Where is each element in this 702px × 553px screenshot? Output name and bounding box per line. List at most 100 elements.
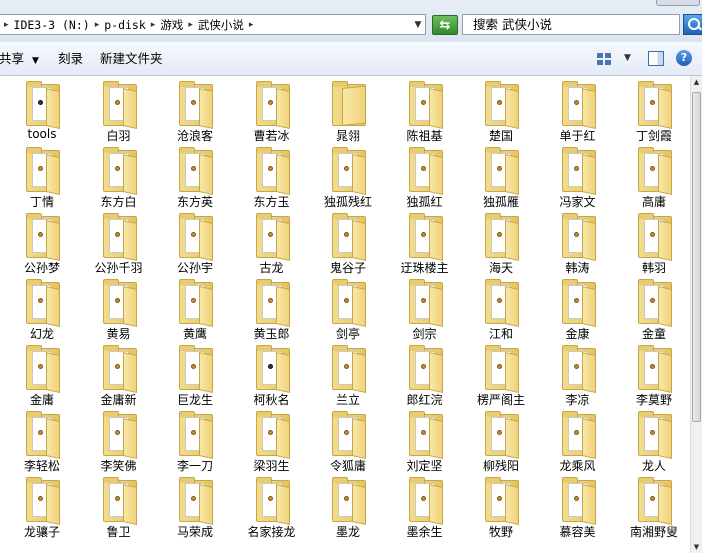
folder-item[interactable]: 东方玉 — [234, 144, 310, 210]
address-history-chevron-down-icon[interactable]: ▼ — [410, 15, 426, 34]
folder-item[interactable]: 柳残阳 — [463, 408, 539, 474]
folder-item[interactable]: 沧浪客 — [157, 78, 233, 144]
folder-item[interactable]: 鲁卫 — [81, 474, 157, 540]
breadcrumb-item[interactable]: 武侠小说 ▸ — [198, 17, 259, 33]
folder-label: 韩羽 — [641, 261, 666, 275]
folder-item[interactable]: tools — [4, 78, 80, 144]
folder-item[interactable]: 郎红浣 — [387, 342, 463, 408]
vertical-scrollbar[interactable]: ▲ ▼ — [690, 76, 702, 553]
scroll-up-arrow-icon[interactable]: ▲ — [691, 76, 702, 88]
folder-item[interactable]: 丁情 — [4, 144, 80, 210]
burn-button[interactable]: 刻录 — [58, 42, 83, 75]
folder-item[interactable]: 柯秋名 — [234, 342, 310, 408]
folder-icon — [561, 213, 596, 261]
folder-item[interactable]: 黄易 — [81, 276, 157, 342]
search-input[interactable]: 搜索 武侠小说 — [462, 14, 680, 35]
folder-item[interactable]: 独孤残红 — [310, 144, 386, 210]
folder-item[interactable]: 海天 — [463, 210, 539, 276]
folder-item[interactable]: 金童 — [616, 276, 690, 342]
breadcrumb-item[interactable]: IDE3-3 (N:) ▸ — [14, 18, 105, 32]
folder-item[interactable]: 李一刀 — [157, 408, 233, 474]
folder-item[interactable]: 马荣成 — [157, 474, 233, 540]
search-icon[interactable] — [683, 14, 702, 35]
folder-icon — [638, 213, 672, 261]
address-bar[interactable]: ▸ IDE3-3 (N:) ▸ p-disk ▸ 游戏 ▸ 武侠小说 ▸ — [0, 14, 426, 35]
breadcrumb-item[interactable]: 游戏 ▸ — [160, 17, 198, 33]
folder-item[interactable]: 公孙宇 — [157, 210, 233, 276]
folder-item[interactable]: 鬼谷子 — [310, 210, 386, 276]
folder-item[interactable]: 白羽 — [81, 78, 157, 144]
breadcrumb-arrow[interactable]: ▸ — [249, 20, 254, 30]
folder-item[interactable]: 兰立 — [310, 342, 386, 408]
folder-item[interactable]: 李笑佛 — [81, 408, 157, 474]
file-list: tools 白羽 沧浪客 曹若冰 晁翎 陈祖基 楚国 单于红 丁剑霞丁情 东方白 东方英 东方玉 独孤残… — [0, 76, 690, 553]
view-options-chevron-down-icon[interactable]: ▼ — [624, 53, 631, 63]
change-view-icon[interactable] — [597, 53, 611, 65]
folder-item[interactable]: 江和 — [463, 276, 539, 342]
breadcrumb-item[interactable]: p-disk ▸ — [104, 18, 160, 32]
folder-item[interactable]: 黄鹰 — [157, 276, 233, 342]
folder-icon — [485, 81, 519, 129]
folder-icon — [485, 279, 519, 327]
folder-item[interactable]: 李轻松 — [4, 408, 80, 474]
folder-item[interactable]: 陈祖基 — [387, 78, 463, 144]
folder-item[interactable]: 牧野 — [463, 474, 539, 540]
breadcrumb-arrow[interactable]: ▸ — [188, 20, 193, 30]
share-button[interactable]: 共享 ▼ — [0, 42, 39, 75]
folder-item[interactable]: 金康 — [540, 276, 616, 342]
help-icon[interactable]: ? — [676, 50, 692, 66]
folder-item[interactable]: 龙人 — [616, 408, 690, 474]
folder-item[interactable]: 龙乘风 — [540, 408, 616, 474]
window-control-button[interactable] — [656, 0, 700, 6]
breadcrumb-arrow[interactable]: ▸ — [151, 20, 156, 30]
folder-icon — [638, 147, 672, 195]
folder-item[interactable]: 东方白 — [81, 144, 157, 210]
folder-item[interactable]: 梁羽生 — [234, 408, 310, 474]
folder-item[interactable]: 墨余生 — [387, 474, 463, 540]
folder-item[interactable]: 古龙 — [234, 210, 310, 276]
folder-item[interactable]: 单于红 — [540, 78, 616, 144]
folder-item[interactable]: 李莫野 — [616, 342, 690, 408]
preview-pane-icon[interactable] — [648, 51, 664, 66]
folder-icon — [255, 411, 290, 459]
folder-item[interactable]: 韩羽 — [616, 210, 690, 276]
folder-item[interactable]: 晁翎 — [310, 78, 386, 144]
folder-item[interactable]: 龙骧子 — [4, 474, 80, 540]
folder-item[interactable]: 剑亭 — [310, 276, 386, 342]
folder-item[interactable]: 高庸 — [616, 144, 690, 210]
scrollbar-thumb[interactable] — [692, 92, 701, 422]
new-folder-button[interactable]: 新建文件夹 — [100, 42, 163, 75]
folder-item[interactable]: 墨龙 — [310, 474, 386, 540]
folder-item[interactable]: 幻龙 — [4, 276, 80, 342]
folder-item[interactable]: 楚国 — [463, 78, 539, 144]
folder-item[interactable]: 公孙千羽 — [81, 210, 157, 276]
folder-item[interactable]: 公孙梦 — [4, 210, 80, 276]
breadcrumb-arrow[interactable]: ▸ — [95, 20, 100, 30]
folder-item[interactable]: 巨龙生 — [157, 342, 233, 408]
scroll-down-arrow-icon[interactable]: ▼ — [691, 541, 702, 553]
folder-item[interactable]: 东方英 — [157, 144, 233, 210]
folder-item[interactable]: 韩涛 — [540, 210, 616, 276]
folder-item[interactable]: 金庸 — [4, 342, 80, 408]
breadcrumb-root-arrow[interactable]: ▸ — [4, 20, 9, 30]
folder-icon — [179, 147, 213, 195]
folder-item[interactable]: 独孤雁 — [463, 144, 539, 210]
folder-item[interactable]: 金庸新 — [81, 342, 157, 408]
folder-item[interactable]: 冯家文 — [540, 144, 616, 210]
folder-item[interactable]: 曹若冰 — [234, 78, 310, 144]
folder-item[interactable]: 令狐庸 — [310, 408, 386, 474]
folder-icon — [638, 279, 672, 327]
folder-item[interactable]: 南湘野叟 — [616, 474, 690, 540]
refresh-go-button[interactable]: ⇆ — [432, 15, 458, 35]
folder-item[interactable]: 独孤红 — [387, 144, 463, 210]
folder-item[interactable]: 名家接龙 — [234, 474, 310, 540]
folder-item[interactable]: 李凉 — [540, 342, 616, 408]
folder-item[interactable]: 楞严阁主 — [463, 342, 539, 408]
folder-item[interactable]: 丁剑霞 — [616, 78, 690, 144]
folder-item[interactable]: 迂珠楼主 — [387, 210, 463, 276]
breadcrumb-label: 游戏 — [160, 17, 184, 32]
folder-item[interactable]: 刘定坚 — [387, 408, 463, 474]
folder-item[interactable]: 慕容美 — [540, 474, 616, 540]
folder-item[interactable]: 黄玉郎 — [234, 276, 310, 342]
folder-item[interactable]: 剑宗 — [387, 276, 463, 342]
